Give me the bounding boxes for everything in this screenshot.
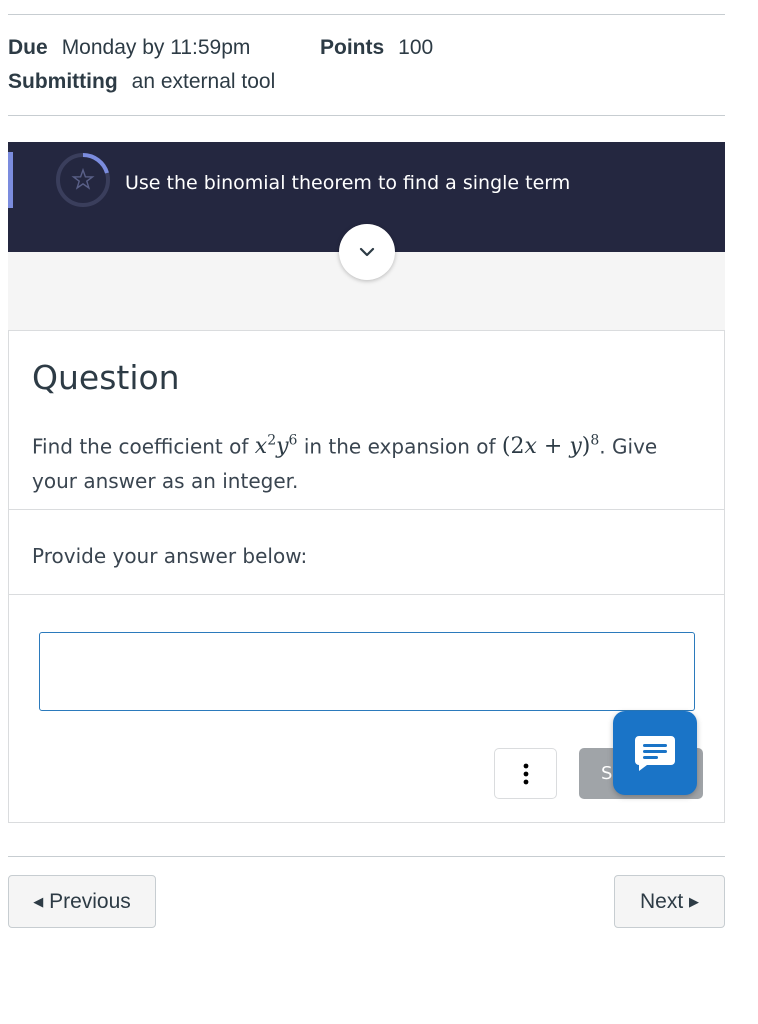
- due-row: Due Monday by 11:59pm: [8, 36, 250, 60]
- question-text-middle: in the expansion of: [303, 434, 496, 459]
- caret-right-icon: ▶: [689, 893, 700, 909]
- answer-input[interactable]: [39, 632, 695, 711]
- top-divider: [8, 14, 725, 15]
- question-text: Find the coefficient of x2y6 in the expa…: [32, 424, 702, 498]
- previous-label: Previous: [49, 889, 131, 913]
- term-math: x2y6: [254, 433, 298, 460]
- prompt-divider: [9, 594, 724, 595]
- chevron-down-icon: [359, 247, 375, 257]
- meta-divider: [8, 115, 725, 116]
- due-label: Due: [8, 36, 48, 59]
- submitting-label: Submitting: [8, 70, 118, 93]
- more-options-button[interactable]: [494, 748, 557, 799]
- next-button[interactable]: Next ▶: [614, 875, 725, 928]
- due-value: Monday by 11:59pm: [61, 36, 251, 59]
- question-text-before: Find the coefficient of: [32, 434, 249, 459]
- points-row: Points 100: [320, 36, 433, 60]
- expansion-math: (2x + y)8: [501, 433, 600, 460]
- question-heading: Question: [32, 358, 180, 397]
- submitting-row: Submitting an external tool: [8, 70, 275, 94]
- banner-title: Use the binomial theorem to find a singl…: [125, 172, 571, 194]
- next-label: Next: [639, 889, 684, 913]
- progress-ring-star-icon: [56, 153, 110, 207]
- chat-button[interactable]: [613, 711, 697, 795]
- expand-banner-button[interactable]: [339, 224, 395, 280]
- points-value: 100: [398, 36, 434, 59]
- previous-button[interactable]: ◀ Previous: [8, 875, 156, 928]
- footer-divider: [8, 856, 725, 857]
- points-label: Points: [320, 36, 385, 59]
- answer-prompt: Provide your answer below:: [32, 544, 308, 568]
- banner-accent-bar: [8, 152, 13, 208]
- question-divider: [9, 509, 724, 510]
- chat-bubble-icon: [635, 736, 675, 771]
- submitting-value: an external tool: [131, 70, 276, 93]
- vertical-ellipsis-icon: [523, 763, 528, 784]
- caret-left-icon: ◀: [33, 893, 44, 909]
